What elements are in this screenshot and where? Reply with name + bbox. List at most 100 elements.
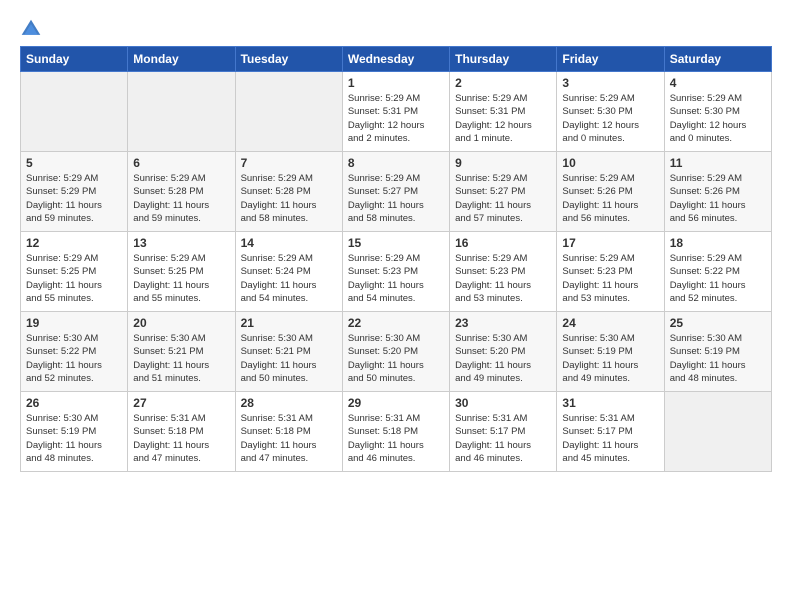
weekday-header: Tuesday: [235, 47, 342, 72]
calendar-cell: 9 Sunrise: 5:29 AMSunset: 5:27 PMDaylight…: [450, 152, 557, 232]
day-number: 10: [562, 156, 658, 170]
calendar-cell: 15 Sunrise: 5:29 AMSunset: 5:23 PMDayligh…: [342, 232, 449, 312]
calendar-cell: 18 Sunrise: 5:29 AMSunset: 5:22 PMDayligh…: [664, 232, 771, 312]
day-info: Sunrise: 5:29 AMSunset: 5:25 PMDaylight:…: [133, 252, 229, 305]
day-info: Sunrise: 5:29 AMSunset: 5:28 PMDaylight:…: [241, 172, 337, 225]
calendar-cell: 10 Sunrise: 5:29 AMSunset: 5:26 PMDayligh…: [557, 152, 664, 232]
day-number: 23: [455, 316, 551, 330]
day-number: 15: [348, 236, 444, 250]
day-info: Sunrise: 5:30 AMSunset: 5:21 PMDaylight:…: [133, 332, 229, 385]
calendar-cell: [21, 72, 128, 152]
calendar-cell: 20 Sunrise: 5:30 AMSunset: 5:21 PMDayligh…: [128, 312, 235, 392]
calendar-header-row: SundayMondayTuesdayWednesdayThursdayFrid…: [21, 47, 772, 72]
day-info: Sunrise: 5:29 AMSunset: 5:23 PMDaylight:…: [562, 252, 658, 305]
day-info: Sunrise: 5:29 AMSunset: 5:31 PMDaylight:…: [348, 92, 444, 145]
day-info: Sunrise: 5:29 AMSunset: 5:27 PMDaylight:…: [348, 172, 444, 225]
header: [20, 18, 772, 40]
day-info: Sunrise: 5:29 AMSunset: 5:24 PMDaylight:…: [241, 252, 337, 305]
day-info: Sunrise: 5:29 AMSunset: 5:28 PMDaylight:…: [133, 172, 229, 225]
calendar-cell: 19 Sunrise: 5:30 AMSunset: 5:22 PMDayligh…: [21, 312, 128, 392]
day-number: 6: [133, 156, 229, 170]
day-info: Sunrise: 5:31 AMSunset: 5:18 PMDaylight:…: [133, 412, 229, 465]
day-info: Sunrise: 5:31 AMSunset: 5:18 PMDaylight:…: [348, 412, 444, 465]
calendar-cell: [664, 392, 771, 472]
day-number: 27: [133, 396, 229, 410]
calendar-week-row: 26 Sunrise: 5:30 AMSunset: 5:19 PMDayligh…: [21, 392, 772, 472]
day-number: 1: [348, 76, 444, 90]
calendar-cell: 21Sunrise: 5:30 AMSunset: 5:21 PMDayligh…: [235, 312, 342, 392]
weekday-header: Saturday: [664, 47, 771, 72]
day-number: 5: [26, 156, 122, 170]
day-info: Sunrise: 5:29 AMSunset: 5:31 PMDaylight:…: [455, 92, 551, 145]
day-number: 26: [26, 396, 122, 410]
day-info: Sunrise: 5:30 AMSunset: 5:19 PMDaylight:…: [562, 332, 658, 385]
day-info: Sunrise: 5:29 AMSunset: 5:26 PMDaylight:…: [562, 172, 658, 225]
day-number: 13: [133, 236, 229, 250]
day-number: 11: [670, 156, 766, 170]
day-number: 3: [562, 76, 658, 90]
day-info: Sunrise: 5:30 AMSunset: 5:20 PMDaylight:…: [455, 332, 551, 385]
calendar-cell: 3 Sunrise: 5:29 AMSunset: 5:30 PMDaylight…: [557, 72, 664, 152]
day-info: Sunrise: 5:29 AMSunset: 5:26 PMDaylight:…: [670, 172, 766, 225]
day-number: 14: [241, 236, 337, 250]
calendar-cell: 16Sunrise: 5:29 AMSunset: 5:23 PMDayligh…: [450, 232, 557, 312]
logo: [20, 18, 46, 40]
day-info: Sunrise: 5:30 AMSunset: 5:21 PMDaylight:…: [241, 332, 337, 385]
day-number: 30: [455, 396, 551, 410]
day-info: Sunrise: 5:29 AMSunset: 5:23 PMDaylight:…: [348, 252, 444, 305]
day-number: 28: [241, 396, 337, 410]
day-number: 24: [562, 316, 658, 330]
calendar-cell: 8 Sunrise: 5:29 AMSunset: 5:27 PMDaylight…: [342, 152, 449, 232]
day-number: 7: [241, 156, 337, 170]
calendar-cell: 5 Sunrise: 5:29 AMSunset: 5:29 PMDaylight…: [21, 152, 128, 232]
calendar-cell: 17 Sunrise: 5:29 AMSunset: 5:23 PMDayligh…: [557, 232, 664, 312]
calendar-cell: 24 Sunrise: 5:30 AMSunset: 5:19 PMDayligh…: [557, 312, 664, 392]
weekday-header: Monday: [128, 47, 235, 72]
day-info: Sunrise: 5:30 AMSunset: 5:22 PMDaylight:…: [26, 332, 122, 385]
calendar-cell: [235, 72, 342, 152]
day-info: Sunrise: 5:29 AMSunset: 5:30 PMDaylight:…: [670, 92, 766, 145]
day-number: 12: [26, 236, 122, 250]
day-number: 8: [348, 156, 444, 170]
day-number: 19: [26, 316, 122, 330]
day-number: 18: [670, 236, 766, 250]
calendar-cell: 27 Sunrise: 5:31 AMSunset: 5:18 PMDayligh…: [128, 392, 235, 472]
calendar-cell: 13 Sunrise: 5:29 AMSunset: 5:25 PMDayligh…: [128, 232, 235, 312]
calendar-cell: 4Sunrise: 5:29 AMSunset: 5:30 PMDaylight…: [664, 72, 771, 152]
day-info: Sunrise: 5:29 AMSunset: 5:29 PMDaylight:…: [26, 172, 122, 225]
day-info: Sunrise: 5:30 AMSunset: 5:19 PMDaylight:…: [670, 332, 766, 385]
logo-icon: [20, 18, 42, 40]
day-number: 25: [670, 316, 766, 330]
calendar-week-row: 19 Sunrise: 5:30 AMSunset: 5:22 PMDayligh…: [21, 312, 772, 392]
day-number: 20: [133, 316, 229, 330]
page: SundayMondayTuesdayWednesdayThursdayFrid…: [0, 0, 792, 612]
day-info: Sunrise: 5:29 AMSunset: 5:27 PMDaylight:…: [455, 172, 551, 225]
day-info: Sunrise: 5:29 AMSunset: 5:30 PMDaylight:…: [562, 92, 658, 145]
day-info: Sunrise: 5:31 AMSunset: 5:17 PMDaylight:…: [455, 412, 551, 465]
day-number: 9: [455, 156, 551, 170]
calendar-cell: 6 Sunrise: 5:29 AMSunset: 5:28 PMDaylight…: [128, 152, 235, 232]
day-info: Sunrise: 5:30 AMSunset: 5:19 PMDaylight:…: [26, 412, 122, 465]
calendar-cell: 31 Sunrise: 5:31 AMSunset: 5:17 PMDayligh…: [557, 392, 664, 472]
calendar-cell: 23 Sunrise: 5:30 AMSunset: 5:20 PMDayligh…: [450, 312, 557, 392]
day-info: Sunrise: 5:31 AMSunset: 5:17 PMDaylight:…: [562, 412, 658, 465]
day-info: Sunrise: 5:31 AMSunset: 5:18 PMDaylight:…: [241, 412, 337, 465]
day-info: Sunrise: 5:29 AMSunset: 5:23 PMDaylight:…: [455, 252, 551, 305]
day-number: 31: [562, 396, 658, 410]
calendar-cell: 30 Sunrise: 5:31 AMSunset: 5:17 PMDayligh…: [450, 392, 557, 472]
day-number: 22: [348, 316, 444, 330]
calendar-week-row: 1 Sunrise: 5:29 AMSunset: 5:31 PMDaylight…: [21, 72, 772, 152]
calendar-table: SundayMondayTuesdayWednesdayThursdayFrid…: [20, 46, 772, 472]
day-number: 17: [562, 236, 658, 250]
calendar-cell: 14 Sunrise: 5:29 AMSunset: 5:24 PMDayligh…: [235, 232, 342, 312]
calendar-cell: 2 Sunrise: 5:29 AMSunset: 5:31 PMDaylight…: [450, 72, 557, 152]
calendar-cell: 12 Sunrise: 5:29 AMSunset: 5:25 PMDayligh…: [21, 232, 128, 312]
weekday-header: Wednesday: [342, 47, 449, 72]
calendar-week-row: 12 Sunrise: 5:29 AMSunset: 5:25 PMDayligh…: [21, 232, 772, 312]
day-number: 2: [455, 76, 551, 90]
day-info: Sunrise: 5:29 AMSunset: 5:22 PMDaylight:…: [670, 252, 766, 305]
calendar-cell: 11 Sunrise: 5:29 AMSunset: 5:26 PMDayligh…: [664, 152, 771, 232]
day-info: Sunrise: 5:29 AMSunset: 5:25 PMDaylight:…: [26, 252, 122, 305]
calendar-cell: 22Sunrise: 5:30 AMSunset: 5:20 PMDayligh…: [342, 312, 449, 392]
calendar-week-row: 5 Sunrise: 5:29 AMSunset: 5:29 PMDaylight…: [21, 152, 772, 232]
